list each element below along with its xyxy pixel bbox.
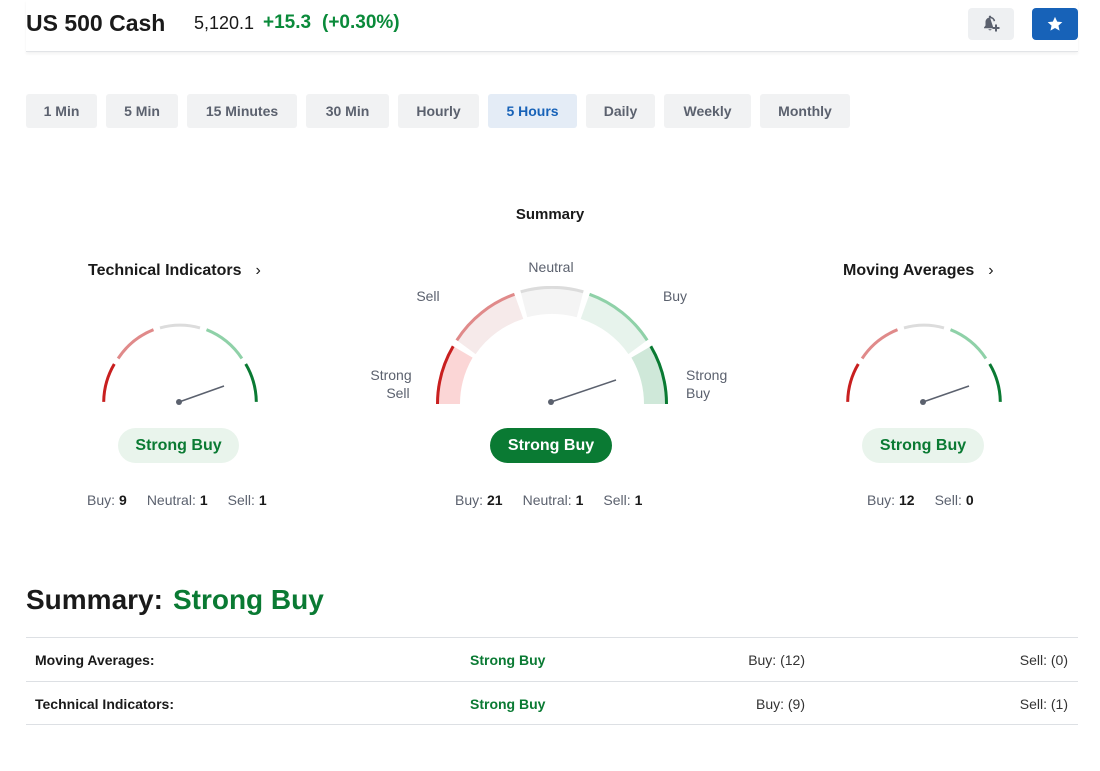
gauge-segment-sell (116, 328, 155, 360)
row-buy-count: Buy: (9) (755, 696, 805, 712)
tab-monthly[interactable]: Monthly (760, 94, 850, 128)
table-row: Moving Averages: Strong Buy Buy: (12) Se… (26, 637, 1078, 681)
gauge-segment-strong-buy (244, 363, 258, 402)
gauge-label-strong-buy: Strong Buy (686, 367, 728, 401)
moving-averages-counts: Buy: 12 Sell: 0 (867, 492, 974, 508)
bell-plus-icon (984, 15, 1000, 32)
gauge-segment-buy (205, 328, 244, 360)
star-icon (1047, 16, 1063, 31)
summary-heading: Summary (515, 206, 585, 223)
gauge-segment-neutral (903, 323, 945, 330)
neutral-count: 1 (575, 492, 584, 508)
buy-count: 12 (899, 492, 915, 508)
buy-count: 21 (487, 492, 503, 508)
gauge-segment-buy (949, 328, 988, 360)
technical-indicators-title: Technical Indicators (88, 262, 242, 279)
row-name: Technical Indicators: (35, 696, 174, 712)
summary-gauge (436, 286, 668, 405)
neutral-count: 1 (199, 492, 208, 508)
technical-indicators-gauge (102, 323, 258, 405)
tab-15-minutes[interactable]: 15 Minutes (187, 94, 297, 128)
summary-title-label: Summary: (26, 584, 163, 615)
buy-count-label: Buy: (455, 492, 484, 508)
summary-title: Summary: Strong Buy (26, 584, 324, 616)
tab-5-hours[interactable]: 5 Hours (488, 94, 577, 128)
gauge-segment-strong-sell (846, 363, 860, 402)
technical-indicators-counts: Buy: 9 Neutral: 1 Sell: 1 (87, 492, 267, 508)
moving-averages-title: Moving Averages (843, 262, 975, 279)
buy-count-label: Buy: (867, 492, 896, 508)
moving-averages-link[interactable]: Moving Averages › (843, 262, 994, 280)
gauge-band-sell (455, 292, 524, 355)
sell-count-label: Sell: (934, 492, 962, 508)
gauge-needle (178, 385, 225, 403)
tab-5-min[interactable]: 5 Min (106, 94, 178, 128)
add-to-watchlist-button[interactable] (1032, 8, 1078, 40)
neutral-count-label: Neutral: (146, 492, 196, 508)
gauge-label-neutral: Neutral (528, 259, 574, 275)
last-price: 5,120.1 (194, 13, 255, 33)
chevron-right-icon: › (255, 262, 261, 279)
row-sell-count: Sell: (1) (1019, 696, 1068, 712)
price-change: +15.3 (263, 12, 312, 33)
gauge-segment-neutral (159, 323, 201, 330)
gauge-segment-sell (860, 328, 899, 360)
gauge-segment-strong-sell (102, 363, 116, 402)
gauge-segment-strong-buy (988, 363, 1002, 402)
gauge-label-strong-sell: Strong Sell (370, 367, 412, 401)
gauge-needle-pivot (548, 399, 554, 405)
neutral-count-label: Neutral: (522, 492, 572, 508)
summary-signal: Strong Buy (490, 428, 612, 463)
tab-weekly[interactable]: Weekly (664, 94, 751, 128)
sell-count: 1 (258, 492, 267, 508)
gauge-needle-pivot (176, 399, 182, 405)
row-name: Moving Averages: (35, 652, 155, 668)
gauge-needle (922, 385, 970, 403)
buy-count-label: Buy: (87, 492, 116, 508)
chevron-right-icon: › (988, 262, 994, 279)
tab-daily[interactable]: Daily (586, 94, 655, 128)
gauge-band-buy (580, 292, 649, 355)
moving-averages-gauge (846, 323, 1002, 405)
sell-count-label: Sell: (603, 492, 631, 508)
summary-title-value: Strong Buy (172, 584, 324, 615)
price-change-percent: (+0.30%) (322, 12, 400, 33)
gauge-needle (550, 379, 617, 403)
row-sell-count: Sell: (0) (1019, 652, 1068, 668)
table-row: Technical Indicators: Strong Buy Buy: (9… (26, 681, 1078, 725)
row-signal: Strong Buy (470, 696, 546, 712)
tab-30-min[interactable]: 30 Min (306, 94, 389, 128)
buy-count: 9 (119, 492, 127, 508)
technical-indicators-link[interactable]: Technical Indicators › (88, 262, 261, 280)
technical-indicators-signal: Strong Buy (118, 428, 239, 463)
tab-hourly[interactable]: Hourly (398, 94, 479, 128)
sell-count: 0 (965, 492, 974, 508)
sell-count: 1 (634, 492, 643, 508)
row-buy-count: Buy: (12) (748, 652, 805, 668)
instrument-header: US 500 Cash 5,120.1 +15.3 (+0.30%) (26, 0, 1078, 52)
row-signal: Strong Buy (470, 652, 546, 668)
create-alert-button[interactable] (968, 8, 1014, 40)
gauge-needle-pivot (920, 399, 926, 405)
summary-table: Moving Averages: Strong Buy Buy: (12) Se… (26, 637, 1078, 725)
moving-averages-signal: Strong Buy (862, 428, 984, 463)
instrument-title: US 500 Cash (26, 10, 166, 36)
sell-count-label: Sell: (227, 492, 255, 508)
tab-1-min[interactable]: 1 Min (26, 94, 97, 128)
summary-counts: Buy: 21 Neutral: 1 Sell: 1 (455, 492, 642, 508)
